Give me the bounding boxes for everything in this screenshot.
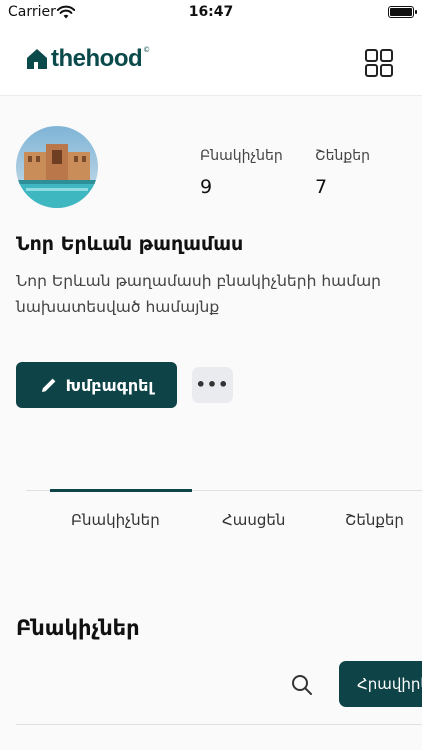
buildings-stat-value: 7 [315, 176, 328, 198]
tab-buildings[interactable]: Շենքեր [345, 511, 404, 529]
clock: 16:47 [188, 4, 234, 20]
list-divider [16, 724, 422, 725]
edit-button-label: Խմբագրել [65, 375, 154, 395]
grid-menu-icon[interactable] [364, 48, 394, 78]
status-bar: Carrier 16:47 [0, 0, 422, 24]
active-tab-indicator [50, 489, 192, 492]
battery-icon [388, 6, 417, 18]
community-description: Նոր Երևան թաղամասի բնակիչների համար նախա… [16, 272, 381, 316]
residents-stat-value: 9 [200, 176, 213, 198]
pencil-icon [41, 378, 56, 392]
tab-address[interactable]: Հասցեն [222, 511, 285, 529]
residents-section-title: Բնակիչներ [16, 616, 140, 640]
brand-name: thehood [51, 45, 143, 72]
community-avatar [16, 126, 98, 208]
app-header: thehood © [0, 24, 422, 96]
buildings-stat: Շենքեր 7 [315, 148, 370, 198]
more-icon: ••• [195, 375, 230, 394]
residents-stat-label: Բնակիչներ [200, 148, 283, 164]
brand-mark: © [143, 46, 151, 54]
edit-button[interactable]: Խմբագրել [16, 362, 177, 408]
community-title: Նոր Երևան թաղամաս [16, 233, 244, 255]
invite-button[interactable]: Հրավիրել [339, 661, 422, 707]
tab-residents[interactable]: Բնակիչներ [71, 511, 160, 529]
search-icon[interactable] [290, 673, 314, 697]
more-options-button[interactable]: ••• [192, 367, 233, 403]
residents-stat: Բնակիչներ 9 [200, 148, 283, 198]
brand-logo[interactable]: thehood © [26, 45, 151, 72]
house-icon [27, 49, 47, 69]
buildings-stat-label: Շենքեր [315, 148, 371, 164]
